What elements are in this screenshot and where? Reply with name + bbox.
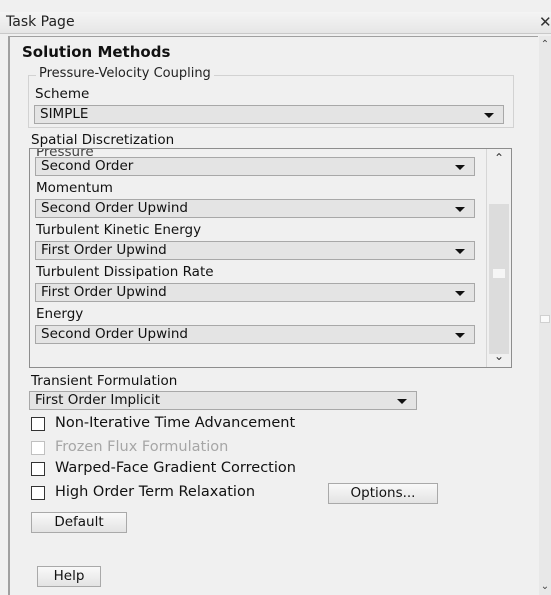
- tke-label: Turbulent Kinetic Energy: [36, 222, 202, 238]
- outer-scroll-thumb[interactable]: [540, 315, 550, 323]
- momentum-value: Second Order Upwind: [41, 200, 188, 216]
- chevron-down-icon: [455, 165, 465, 170]
- transient-value: First Order Implicit: [35, 392, 161, 408]
- chevron-down-icon: [455, 291, 465, 296]
- momentum-label: Momentum: [36, 180, 113, 196]
- high-order-label: High Order Term Relaxation: [55, 484, 256, 500]
- pressure-dropdown[interactable]: Second Order: [35, 157, 475, 176]
- momentum-dropdown[interactable]: Second Order Upwind: [35, 199, 475, 218]
- tdr-dropdown[interactable]: First Order Upwind: [35, 283, 475, 302]
- window-title: Task Page: [6, 14, 75, 30]
- chevron-down-icon: [455, 249, 465, 254]
- high-order-checkbox[interactable]: [31, 486, 45, 500]
- energy-dropdown[interactable]: Second Order Upwind: [35, 325, 475, 344]
- tdr-label: Turbulent Dissipation Rate: [36, 264, 214, 280]
- scheme-dropdown[interactable]: SIMPLE: [34, 105, 504, 124]
- spatial-discretization-legend: Spatial Discretization: [31, 132, 175, 148]
- transient-label: Transient Formulation: [31, 373, 178, 389]
- close-icon[interactable]: ✕: [539, 13, 551, 31]
- frozen-flux-label: Frozen Flux Formulation: [55, 439, 229, 455]
- scheme-label: Scheme: [35, 86, 90, 102]
- options-button[interactable]: Options...: [328, 483, 438, 504]
- warped-face-label: Warped-Face Gradient Correction: [55, 460, 296, 476]
- chevron-down-icon: [455, 333, 465, 338]
- scroll-down-icon[interactable]: ⌄: [491, 349, 507, 363]
- chevron-down-icon: [484, 113, 494, 118]
- energy-label: Energy: [36, 306, 84, 322]
- non-iterative-checkbox[interactable]: [31, 417, 45, 431]
- page-title: Solution Methods: [22, 43, 171, 61]
- outer-scrollbar[interactable]: ⌃ ⌄: [539, 36, 551, 595]
- pressure-velocity-legend: Pressure-Velocity Coupling: [36, 66, 214, 81]
- spatial-scroll-thumb[interactable]: [493, 269, 505, 278]
- title-bar: Task Page ✕: [0, 12, 551, 34]
- help-button[interactable]: Help: [37, 566, 101, 587]
- warped-face-checkbox[interactable]: [31, 462, 45, 476]
- frozen-flux-checkbox[interactable]: [31, 441, 45, 455]
- scheme-value: SIMPLE: [40, 106, 89, 122]
- chevron-down-icon: [397, 399, 407, 404]
- pressure-value: Second Order: [41, 158, 134, 174]
- scroll-up-icon[interactable]: ⌃: [491, 151, 507, 165]
- spatial-scrollbar[interactable]: ⌃ ⌄: [486, 149, 511, 367]
- transient-dropdown[interactable]: First Order Implicit: [29, 391, 417, 410]
- spatial-scroll-track[interactable]: [489, 204, 509, 354]
- default-button[interactable]: Default: [31, 512, 127, 533]
- scroll-up-icon[interactable]: ⌃: [540, 39, 550, 51]
- scroll-down-icon[interactable]: ⌄: [540, 581, 550, 593]
- tke-dropdown[interactable]: First Order Upwind: [35, 241, 475, 260]
- chevron-down-icon: [455, 207, 465, 212]
- tdr-value: First Order Upwind: [41, 284, 167, 300]
- task-page-window: Task Page ✕ ⌃ ⌄ Solution Methods Pressur…: [0, 0, 551, 595]
- non-iterative-label: Non-Iterative Time Advancement: [55, 415, 296, 431]
- tke-value: First Order Upwind: [41, 242, 167, 258]
- energy-value: Second Order Upwind: [41, 326, 188, 342]
